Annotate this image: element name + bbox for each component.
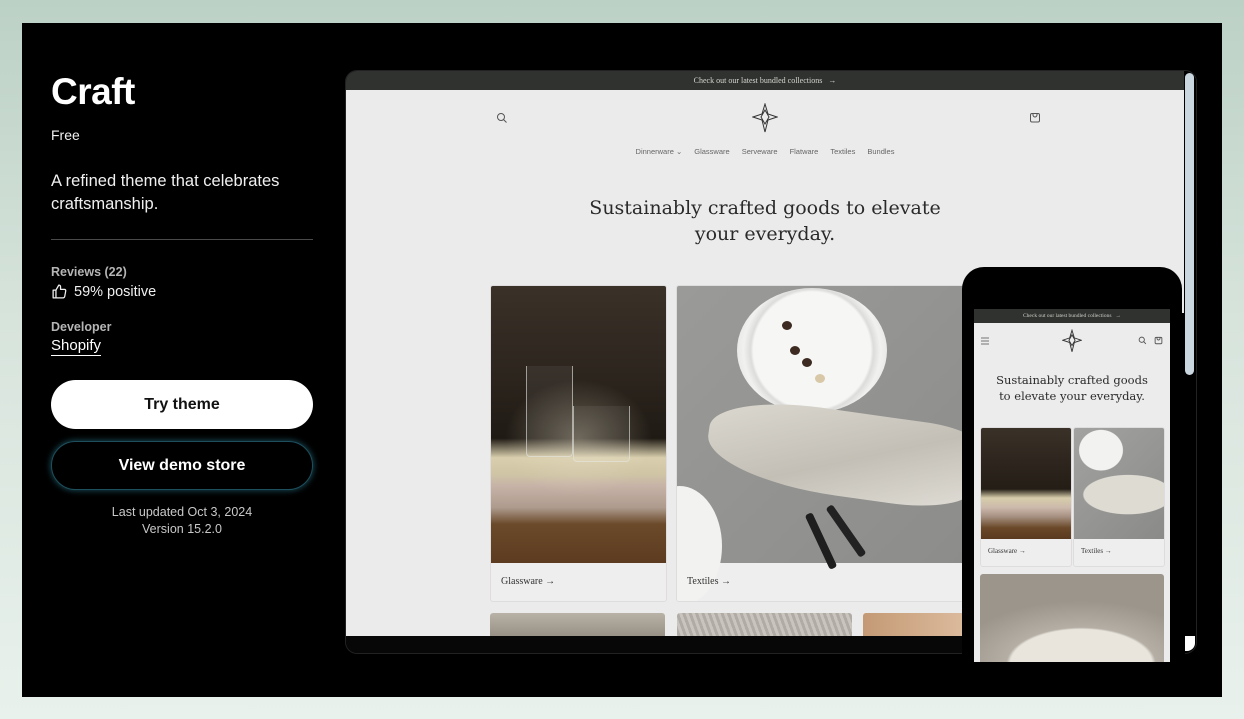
version: Version 15.2.0 [142,522,222,536]
card-label: Textiles → [687,576,732,587]
hero-heading: Sustainably crafted goods to elevate you… [346,195,1184,247]
nav-textiles[interactable]: Textiles [830,147,855,156]
theme-price: Free [51,127,80,143]
napkin-shape [702,392,977,515]
collection-card-image[interactable] [677,613,852,636]
mobile-screen: Check out our latest bundled collections… [974,309,1170,662]
nav-bundles[interactable]: Bundles [867,147,894,156]
store-nav: Dinnerware ⌄ Glassware Serveware Flatwar… [346,147,1184,156]
mobile-card-textiles[interactable]: Textiles → [1073,427,1165,567]
craft-logo-icon[interactable] [1062,329,1082,353]
mobile-preview[interactable]: Check out our latest bundled collections… [962,267,1182,662]
card-label: Glassware → [501,576,556,587]
mobile-collection-image[interactable] [980,574,1164,662]
search-icon[interactable] [1138,336,1147,345]
mobile-announcement-bar[interactable]: Check out our latest bundled collections… [974,309,1170,323]
reviews-percent: 59% positive [74,283,157,300]
mushroom-shape [815,374,825,383]
card-label: Glassware → [988,547,1026,555]
divider [51,239,313,240]
phone-edge [1182,313,1185,658]
card-label: Textiles → [1081,547,1112,555]
mobile-hero-line-2: to elevate your everyday. [999,389,1145,403]
reviews-label: Reviews (22) [51,265,127,279]
collection-card-image[interactable] [490,613,665,636]
mushroom-shape [802,358,812,367]
nav-dinnerware[interactable]: Dinnerware ⌄ [636,147,683,156]
cutlery-shape [804,512,838,570]
nav-flatware[interactable]: Flatware [790,147,819,156]
textiles-image [677,286,977,601]
scrollbar-thumb[interactable] [1185,73,1194,375]
cutlery-shape [825,504,867,558]
view-demo-store-button[interactable]: View demo store [51,441,313,490]
collection-card-glassware[interactable]: Glassware → [490,285,667,602]
cart-icon[interactable] [1154,335,1163,345]
try-theme-button[interactable]: Try theme [51,380,313,429]
glassware-image [491,286,666,563]
nav-serveware[interactable]: Serveware [742,147,778,156]
theme-meta: Last updated Oct 3, 2024 Version 15.2.0 [51,504,313,538]
hero-line-2: your everyday. [694,223,836,245]
glass-shape [526,366,573,457]
search-icon[interactable] [496,112,508,124]
hamburger-menu-icon[interactable] [980,336,990,346]
developer-link[interactable]: Shopify [51,337,102,356]
announcement-bar[interactable]: Check out our latest bundled collections… [346,71,1184,90]
theme-title: Craft [51,71,135,112]
glass-shape [573,406,630,462]
mobile-hero-line-1: Sustainably crafted goods [996,373,1148,387]
theme-detail-panel: Craft Free A refined theme that celebrat… [22,23,1222,697]
mushroom-shape [790,346,800,355]
last-updated: Last updated Oct 3, 2024 [111,505,253,519]
mobile-announcement-text: Check out our latest bundled collections [1023,313,1112,319]
arrow-right-icon: → [828,76,837,85]
announcement-text: Check out our latest bundled collections [693,76,823,85]
collection-card-textiles[interactable]: Textiles → [676,285,978,602]
textiles-image [1074,428,1164,539]
thumbs-up-icon [52,284,67,299]
hero-line-1: Sustainably crafted goods to elevate [589,197,941,219]
theme-tagline: A refined theme that celebrates craftsma… [51,172,280,213]
arrow-right-icon: → [1115,313,1121,319]
mushroom-shape [782,321,792,330]
glassware-image [981,428,1071,539]
reviews-summary[interactable]: 59% positive [51,283,156,300]
plate-shape [737,288,887,413]
mobile-hero-heading: Sustainably crafted goods to elevate you… [974,372,1170,404]
nav-glassware[interactable]: Glassware [694,147,729,156]
cart-icon[interactable] [1029,111,1041,123]
mobile-card-glassware[interactable]: Glassware → [980,427,1072,567]
developer-label: Developer [51,320,112,334]
craft-logo-icon[interactable] [752,103,778,133]
